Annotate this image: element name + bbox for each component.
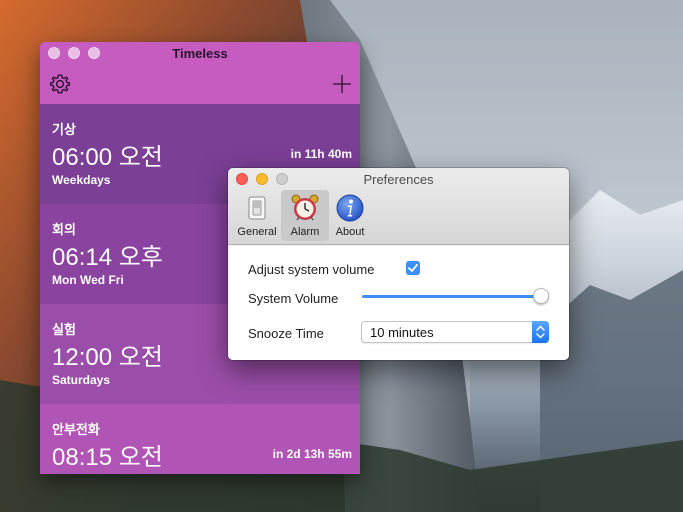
adjust-volume-label: Adjust system volume [248,262,375,277]
plus-icon[interactable] [330,72,354,96]
tab-alarm[interactable]: Alarm [281,190,329,241]
tab-label: About [335,226,365,238]
snooze-time-label: Snooze Time [248,326,324,341]
checkmark-icon [408,263,418,272]
preferences-window: Preferences General Alarm About Adjust s… [228,168,569,360]
alarm-time: 12:00 오전 [52,344,163,371]
alarm-name: 안부전화 [52,422,100,437]
system-volume-slider[interactable] [362,295,540,298]
chevron-updown-icon [532,321,549,343]
alarm-days: Weekdays [52,173,111,187]
alarm-remaining: in 11h 40m [290,147,352,161]
preferences-toolbar: Preferences General Alarm About [228,168,569,245]
alarm-time: 08:15 오전 [52,444,163,471]
alarm-name: 기상 [52,122,76,137]
slider-knob[interactable] [533,288,549,304]
tab-label: Alarm [290,226,320,238]
title-bar: Timeless [40,42,360,64]
snooze-time-select[interactable]: 10 minutes [361,321,549,343]
toolbar [40,64,360,104]
alarm-time: 06:00 오전 [52,144,163,171]
alarm-days: Mon Wed Fri [52,273,124,287]
window-title: Timeless [172,46,228,61]
alarm-remaining: in 2d 13h 55m [272,447,352,461]
switch-icon [242,193,272,223]
alarm-time: 06:14 오후 [52,244,163,271]
alarm-clock-icon [290,193,320,223]
alarm-name: 실험 [52,322,76,337]
system-volume-label: System Volume [248,291,339,306]
tab-general[interactable]: General [233,190,281,241]
info-icon [335,193,365,223]
alarm-item[interactable]: 안부전화 08:15 오전 in 2d 13h 55m [40,404,360,474]
gear-icon[interactable] [48,72,72,96]
adjust-volume-checkbox[interactable] [406,261,420,275]
tab-about[interactable]: About [326,190,374,241]
tab-label: General [237,226,277,238]
alarm-name: 회의 [52,222,76,237]
snooze-time-value: 10 minutes [370,325,434,340]
window-title: Preferences [363,172,434,187]
alarm-days: Saturdays [52,373,111,387]
